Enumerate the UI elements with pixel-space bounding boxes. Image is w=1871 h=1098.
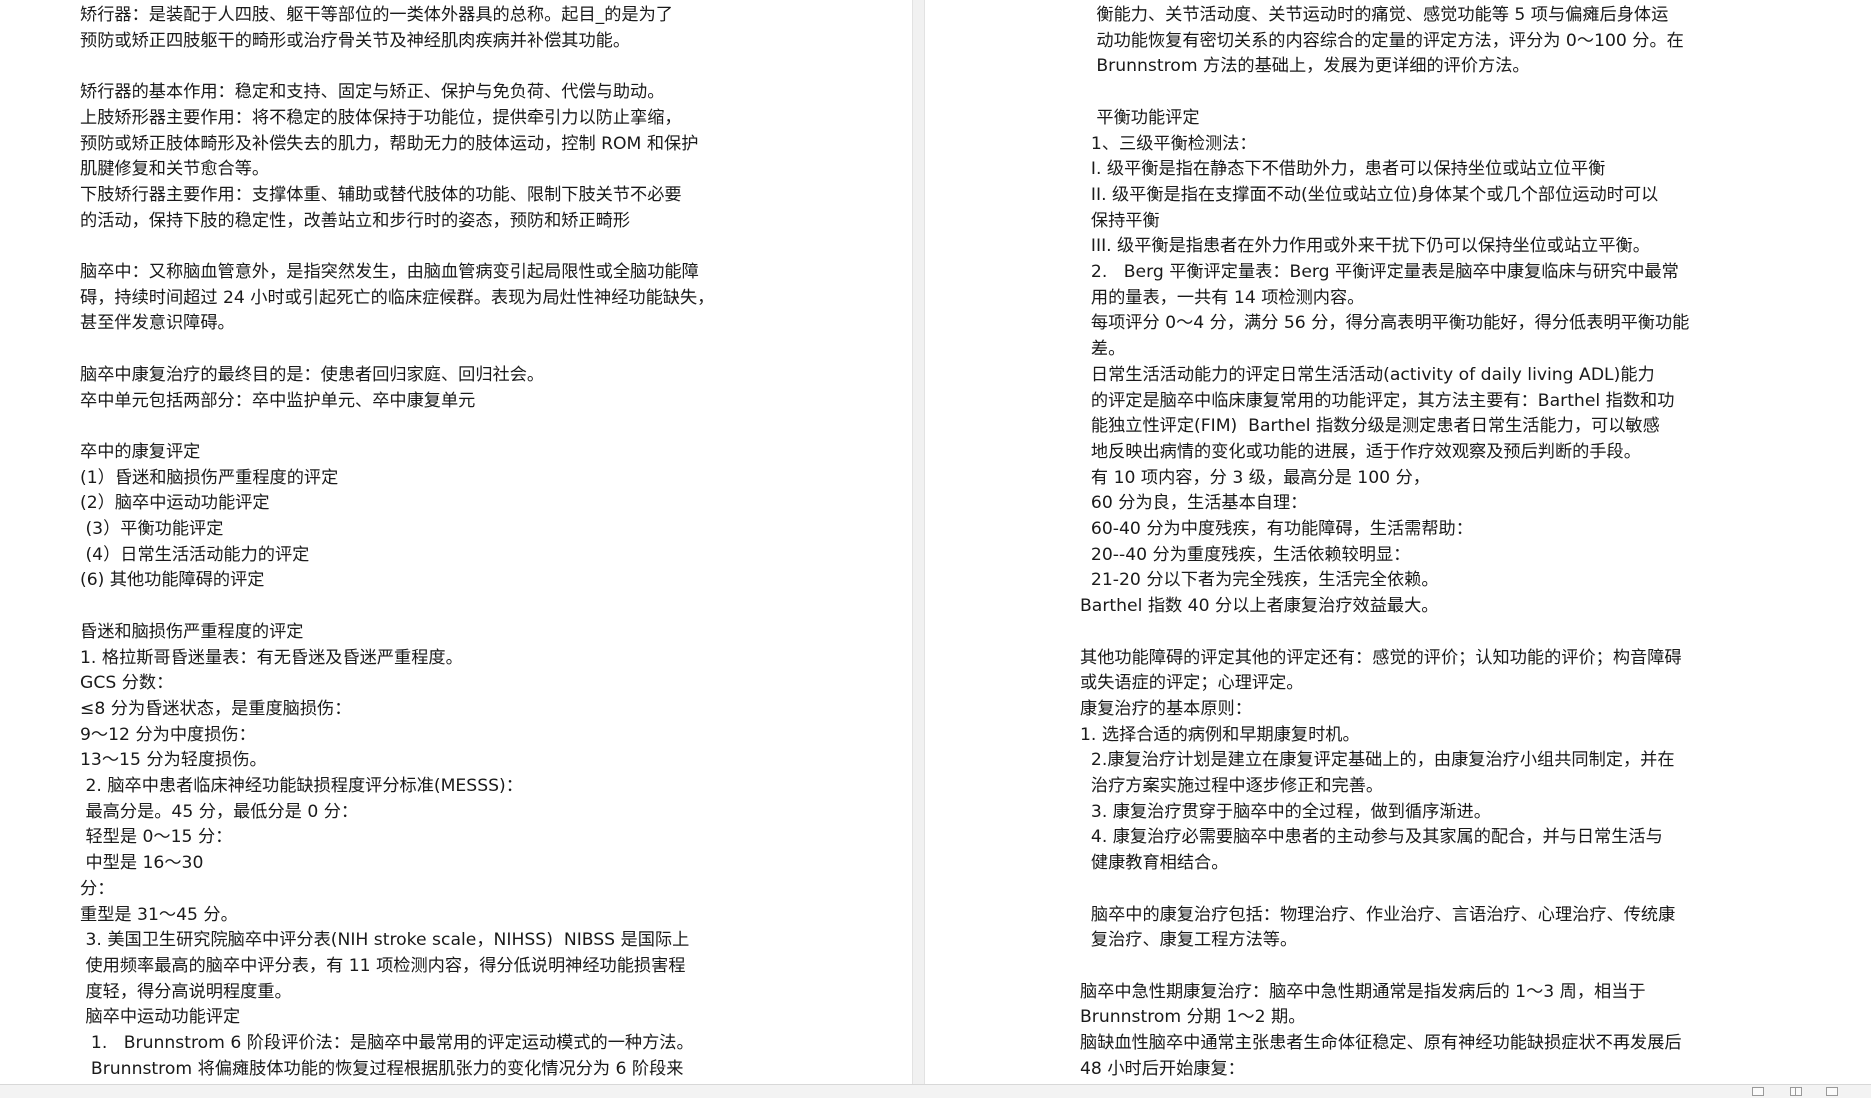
text-line: Brunnstrom 将偏瘫肢体功能的恢复过程根据肌张力的变化情况分为 6 阶段… [80,1058,684,1079]
text-line: 治疗方案实施过程中逐步修正和完善。 [1080,776,1384,796]
text-line: 脑卒中急性期康复治疗：脑卒中急性期通常是指发病后的 1～3 周，相当于 [1080,981,1646,1002]
text-line: 脑缺血性脑卒中通常主张患者生命体征稳定、原有神经功能缺损症状不再发展后 [1080,1033,1682,1053]
text-line: 地反映出病情的变化或功能的进展，适于作疗效观察及预后判断的手段。 [1080,441,1641,462]
text-line: 矫行器的基本作用：稳定和支持、固定与矫正、保护与免负荷、代偿与助动。 [80,82,665,103]
text-line: 上肢矫形器主要作用：将不稳定的肢体保持于功能位，提供牵引力以防止挛缩， [80,107,682,128]
text-line: 60-40 分为中度残疾，有功能障碍，生活需帮助： [1080,519,1473,539]
text-line: 分： [80,878,115,899]
text-line: 每项评分 0～4 分，满分 56 分，得分高表明平衡功能好，得分低表明平衡功能 [1080,313,1690,334]
text-line: 动功能恢复有密切关系的内容综合的定量的评定方法，评分为 0～100 分。在 [1080,30,1684,51]
text-line: 轻型是 0～15 分： [80,827,233,848]
text-line: 48 小时后开始康复： [1080,1058,1245,1079]
text-line: 卒中的康复评定 [80,441,201,462]
text-line: 或失语症的评定；心理评定。 [1080,673,1304,694]
text-line: 健康教育相结合。 [1080,853,1229,874]
text-line: 1. 选择合适的病例和早期康复时机。 [1080,724,1360,745]
text-line: 最高分是。45 分，最低分是 0 分： [80,801,359,822]
text-line: ≤8 分为昏迷状态，是重度脑损伤： [80,698,352,719]
text-line: 2. Berg 平衡评定量表：Berg 平衡评定量表是脑卒中康复临床与研究中最常 [1080,262,1679,282]
text-line: Brunnstrom 方法的基础上，发展为更详细的评价方法。 [1080,56,1530,77]
text-line: 脑卒中运动功能评定 [80,1007,241,1028]
text-line: 复治疗、康复工程方法等。 [1080,930,1298,951]
text-line: 昏迷和脑损伤严重程度的评定 [80,621,304,642]
text-line: Brunnstrom 分期 1～2 期。 [1080,1007,1306,1028]
text-line: III. 级平衡是指患者在外力作用或外来干扰下仍可以保持坐位或站立平衡。 [1080,236,1650,257]
text-line: 脑卒中：又称脑血管意外，是指突然发生，由脑血管病变引起局限性或全脑功能障 [80,262,699,282]
text-line: 用的量表，一共有 14 项检测内容。 [1080,287,1365,308]
text-line: 21-20 分以下者为完全残疾，生活完全依赖。 [1080,570,1439,591]
text-line: 2. 脑卒中患者临床神经功能缺损程度评分标准(MESSS)： [80,776,523,796]
text-line: Barthel 指数 40 分以上者康复治疗效益最大。 [1080,596,1439,617]
text-line: (2）脑卒中运动功能评定 [80,493,270,514]
text-line: 使用频率最高的脑卒中评分表，有 11 项检测内容，得分低说明神经功能损害程 [80,955,686,976]
page-view-icon[interactable] [1752,1087,1764,1096]
text-line: 甚至伴发意识障碍。 [80,313,235,334]
text-line: 其他功能障碍的评定其他的评定还有：感觉的评价；认知功能的评价；构音障碍 [1080,647,1682,668]
document-page-left: 矫行器：是装配于人四肢、躯干等部位的一类体外器具的总称。起目_的是为了 预防或矫正… [0,0,912,1084]
text-line: (4）日常生活活动能力的评定 [80,544,310,565]
text-line: 20--40 分为重度残疾，生活依赖较明显： [1080,544,1411,565]
page-gutter [912,0,925,1084]
text-line: 2.康复治疗计划是建立在康复评定基础上的，由康复治疗小组共同制定，并在 [1080,750,1675,771]
text-line: 碍，持续时间超过 24 小时或引起死亡的临床症候群。表现为局灶性神经功能缺失， [80,287,715,308]
text-line: 1、三级平衡检测法： [1080,133,1257,154]
text-line: 卒中单元包括两部分：卒中监护单元、卒中康复单元 [80,390,476,411]
text-line: 矫行器：是装配于人四肢、躯干等部位的一类体外器具的总称。起目_的是为了 [80,5,673,25]
text-line: 9～12 分为中度损伤： [80,724,256,745]
text-line: 3. 美国卫生研究院脑卒中评分表(NIH stroke scale，NIHSS)… [80,930,690,951]
text-line: 60 分为良，生活基本自理： [1080,493,1308,514]
text-line: 13～15 分为轻度损伤。 [80,750,267,771]
text-line: 肌腱修复和关节愈合等。 [80,159,270,180]
text-line: GCS 分数： [80,673,174,694]
text-line: 1. Brunnstrom 6 阶段评价法：是脑卒中最常用的评定运动模式的一种方… [80,1033,694,1053]
text-line: (1）昏迷和脑损伤严重程度的评定 [80,467,339,488]
text-line: (3）平衡功能评定 [80,519,224,539]
web-view-icon[interactable] [1826,1087,1838,1096]
text-line: 日常生活活动能力的评定日常生活活动(activity of daily livi… [1080,364,1655,385]
text-line: 预防或矫正四肢躯干的畸形或治疗骨关节及神经肌肉疾病并补偿其功能。 [80,30,631,51]
text-line: 4. 康复治疗必需要脑卒中患者的主动参与及其家属的配合，并与日常生活与 [1080,827,1663,848]
document-workspace: 矫行器：是装配于人四肢、躯干等部位的一类体外器具的总称。起目_的是为了 预防或矫正… [0,0,1871,1084]
text-line: I. 级平衡是指在静态下不借助外力，患者可以保持坐位或站立位平衡 [1080,159,1606,180]
document-page-right: 衡能力、关节活动度、关节运动时的痛觉、感觉功能等 5 项与偏瘫后身体运 动功能恢… [925,0,1871,1084]
text-line: 预防或矫正肢体畸形及补偿失去的肌力，帮助无力的肢体运动，控制 ROM 和保护 [80,133,699,154]
text-line: 1. 格拉斯哥昏迷量表：有无昏迷及昏迷严重程度。 [80,647,463,668]
text-line: (6) 其他功能障碍的评定 [80,570,265,591]
text-line: 度轻，得分高说明程度重。 [80,981,292,1002]
text-line: II. 级平衡是指在支撑面不动(坐位或站立位)身体某个或几个部位运动时可以 [1080,184,1659,205]
text-line: 能独立性评定(FIM) Barthel 指数分级是测定患者日常生活能力，可以敏感 [1080,416,1660,437]
text-line: 3. 康复治疗贯穿于脑卒中的全过程，做到循序渐进。 [1080,801,1491,822]
text-line: 中型是 16～30 [80,853,204,874]
text-line: 的评定是脑卒中临床康复常用的功能评定，其方法主要有：Barthel 指数和功 [1080,390,1675,411]
text-line: 的活动，保持下肢的稳定性，改善站立和步行时的姿态，预防和矫正畸形 [80,210,631,231]
text-line: 脑卒中康复治疗的最终目的是：使患者回归家庭、回归社会。 [80,364,545,385]
text-line: 下肢矫行器主要作用：支撑体重、辅助或替代肢体的功能、限制下肢关节不必要 [80,184,682,205]
text-line: 保持平衡 [1080,210,1160,231]
text-line: 衡能力、关节活动度、关节运动时的痛觉、感觉功能等 5 项与偏瘫后身体运 [1080,5,1669,25]
text-line: 有 10 项内容，分 3 级，最高分是 100 分， [1080,467,1430,488]
text-line: 平衡功能评定 [1080,107,1200,128]
text-line: 重型是 31～45 分。 [80,904,238,925]
two-page-view-icon[interactable] [1790,1087,1802,1096]
text-line: 脑卒中的康复治疗包括：物理治疗、作业治疗、言语治疗、心理治疗、传统康 [1080,904,1676,925]
text-line: 康复治疗的基本原则： [1080,698,1252,719]
text-line: 差。 [1080,339,1126,360]
status-bar [0,1084,1871,1098]
